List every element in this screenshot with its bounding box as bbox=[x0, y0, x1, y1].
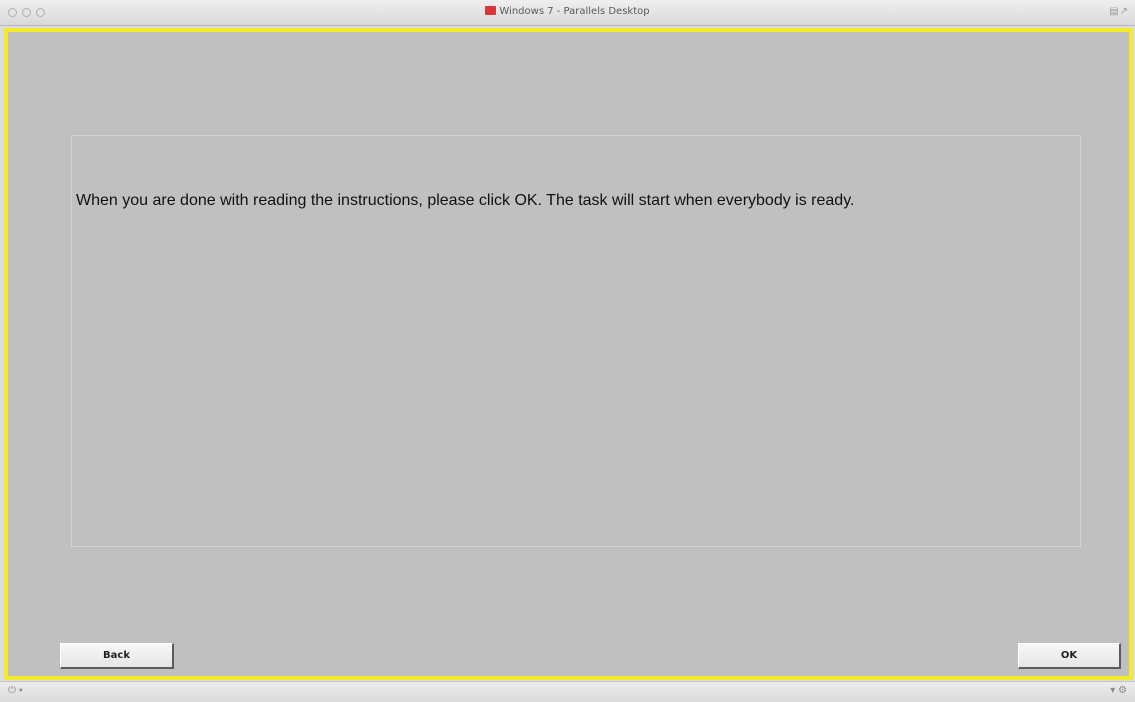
ok-button[interactable]: OK bbox=[1018, 643, 1121, 669]
status-bar: ⏻ ▾ ▾ ⚙ bbox=[0, 681, 1135, 702]
window-titlebar: Windows 7 - Parallels Desktop ▤↗ bbox=[0, 0, 1135, 26]
power-icon[interactable]: ⏻ ▾ bbox=[8, 685, 23, 696]
vm-screen: When you are done with reading the instr… bbox=[4, 28, 1133, 680]
settings-icon[interactable]: ▾ ⚙ bbox=[1110, 685, 1127, 696]
instruction-text: When you are done with reading the instr… bbox=[76, 192, 855, 209]
parallels-icon bbox=[485, 6, 497, 15]
window-title: Windows 7 - Parallels Desktop bbox=[499, 6, 650, 17]
instructions-panel: When you are done with reading the instr… bbox=[71, 135, 1081, 547]
fullscreen-icon[interactable]: ▤↗ bbox=[1109, 6, 1129, 17]
window-title-area: Windows 7 - Parallels Desktop bbox=[0, 6, 1135, 17]
back-button[interactable]: Back bbox=[60, 643, 174, 669]
